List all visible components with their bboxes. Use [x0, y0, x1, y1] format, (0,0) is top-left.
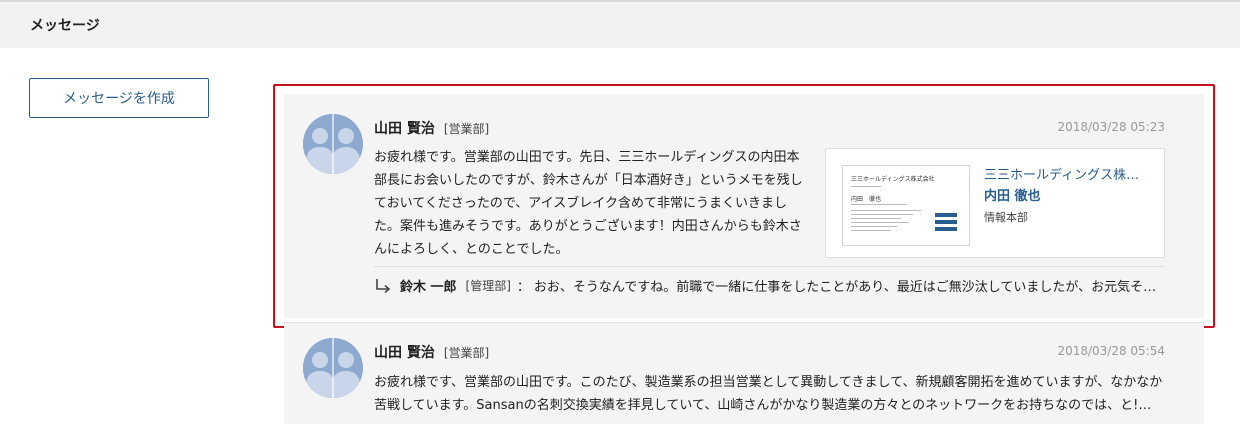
card-image-name: 内田 徹也 [851, 196, 882, 203]
card-department: 情報本部 [984, 211, 1028, 224]
company-logo-icon [935, 210, 957, 231]
message-timestamp: 2018/03/28 05:23 [1057, 120, 1165, 134]
sender-name[interactable]: 山田 賢治 [374, 118, 435, 138]
message-timestamp: 2018/03/28 05:54 [1057, 344, 1165, 358]
message-body: お疲れ様です。営業部の山田です。先日、三三ホールディングスの内田本部長にお会いし… [374, 150, 803, 257]
card-image-line [851, 214, 913, 215]
card-image-line [851, 210, 921, 211]
business-card[interactable]: 三三ホールディングス株式会社 内田 徹也 三三ホールディングス株… 内田 徹也 … [825, 148, 1165, 258]
card-company[interactable]: 三三ホールディングス株… [984, 164, 1146, 183]
reply-author[interactable]: 鈴木 一郎 [400, 276, 457, 295]
sender-name[interactable]: 山田 賢治 [374, 342, 435, 362]
page-header: メッセージ [0, 0, 1240, 48]
reply-divider [374, 266, 1165, 267]
card-image-line [851, 226, 897, 227]
reply-department: [管理部] [465, 279, 511, 293]
business-card-image[interactable]: 三三ホールディングス株式会社 内田 徹也 [842, 165, 970, 246]
sender: 山田 賢治 [営業部] [374, 118, 489, 138]
card-person-name[interactable]: 内田 徹也 [984, 185, 1041, 204]
sender-department: [営業部] [443, 122, 490, 136]
message-body: お疲れ様です、営業部の山田です。このたび、製造業系の担当営業として異動してきまし… [374, 375, 1163, 413]
sender: 山田 賢治 [営業部] [374, 342, 489, 362]
reply-separator: ： [516, 280, 530, 295]
group-avatar-icon[interactable] [303, 338, 363, 398]
card-image-line [851, 218, 901, 219]
reply-text: おお、そうなんですね。前職で一緒に仕事をしたことがあり、最近はご無沙汰していまし… [533, 280, 1164, 295]
page-title: メッセージ [30, 18, 100, 34]
message-card[interactable]: 山田 賢治 [営業部] 2018/03/28 05:54 お疲れ様です、営業部の… [284, 322, 1204, 424]
reply-arrow-icon [376, 278, 391, 293]
card-image-line [851, 204, 907, 205]
card-image-line [851, 230, 891, 231]
reply-preview[interactable]: 鈴木 一郎 [管理部] ： おお、そうなんですね。前職で一緒に仕事をしたことがあ… [374, 276, 1174, 295]
card-image-line [851, 186, 881, 187]
sender-department: [営業部] [443, 346, 490, 360]
compose-message-button[interactable]: メッセージを作成 [29, 78, 209, 118]
card-image-line [851, 222, 909, 223]
card-image-company: 三三ホールディングス株式会社 [851, 176, 935, 183]
message-card[interactable]: 山田 賢治 [営業部] 2018/03/28 05:23 お疲れ様です。営業部の… [284, 94, 1204, 318]
group-avatar-icon[interactable] [303, 114, 363, 174]
